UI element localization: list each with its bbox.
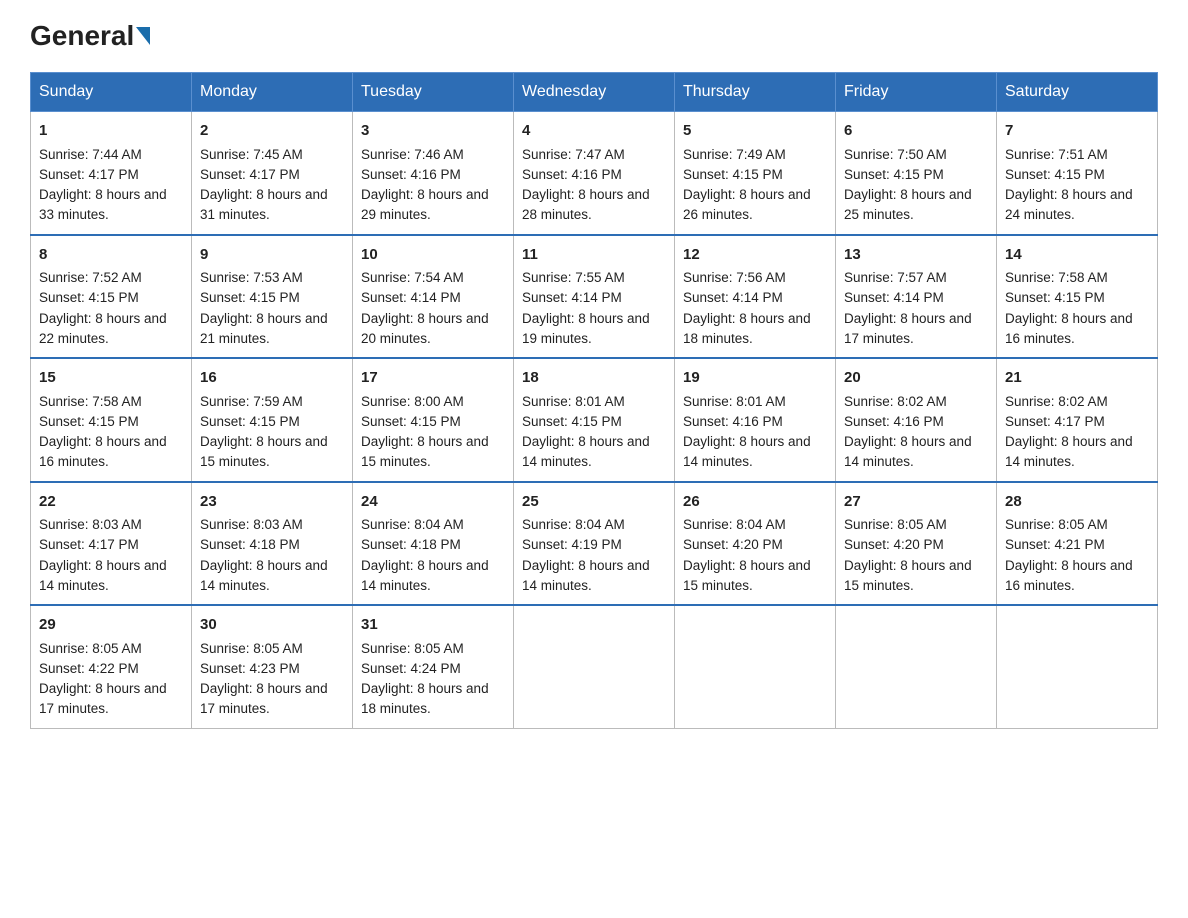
calendar-day-cell: 15Sunrise: 7:58 AMSunset: 4:15 PMDayligh…	[31, 358, 192, 482]
calendar-day-cell	[997, 605, 1158, 728]
day-number: 10	[361, 244, 505, 267]
day-number: 22	[39, 491, 183, 514]
day-number: 9	[200, 244, 344, 267]
calendar-week-row: 22Sunrise: 8:03 AMSunset: 4:17 PMDayligh…	[31, 482, 1158, 606]
header-sunday: Sunday	[31, 73, 192, 112]
calendar-day-cell: 8Sunrise: 7:52 AMSunset: 4:15 PMDaylight…	[31, 235, 192, 359]
header-thursday: Thursday	[675, 73, 836, 112]
day-number: 6	[844, 120, 988, 143]
day-number: 24	[361, 491, 505, 514]
calendar-day-cell	[514, 605, 675, 728]
header-tuesday: Tuesday	[353, 73, 514, 112]
day-number: 17	[361, 367, 505, 390]
day-number: 5	[683, 120, 827, 143]
calendar-week-row: 1Sunrise: 7:44 AMSunset: 4:17 PMDaylight…	[31, 112, 1158, 235]
day-number: 3	[361, 120, 505, 143]
calendar-week-row: 29Sunrise: 8:05 AMSunset: 4:22 PMDayligh…	[31, 605, 1158, 728]
calendar-day-cell: 6Sunrise: 7:50 AMSunset: 4:15 PMDaylight…	[836, 112, 997, 235]
calendar-day-cell: 27Sunrise: 8:05 AMSunset: 4:20 PMDayligh…	[836, 482, 997, 606]
calendar-day-cell: 31Sunrise: 8:05 AMSunset: 4:24 PMDayligh…	[353, 605, 514, 728]
calendar-day-cell: 9Sunrise: 7:53 AMSunset: 4:15 PMDaylight…	[192, 235, 353, 359]
calendar-day-cell: 26Sunrise: 8:04 AMSunset: 4:20 PMDayligh…	[675, 482, 836, 606]
calendar-day-cell: 13Sunrise: 7:57 AMSunset: 4:14 PMDayligh…	[836, 235, 997, 359]
day-number: 23	[200, 491, 344, 514]
calendar-day-cell: 1Sunrise: 7:44 AMSunset: 4:17 PMDaylight…	[31, 112, 192, 235]
calendar-day-cell: 2Sunrise: 7:45 AMSunset: 4:17 PMDaylight…	[192, 112, 353, 235]
calendar-day-cell: 30Sunrise: 8:05 AMSunset: 4:23 PMDayligh…	[192, 605, 353, 728]
calendar-day-cell: 16Sunrise: 7:59 AMSunset: 4:15 PMDayligh…	[192, 358, 353, 482]
header-wednesday: Wednesday	[514, 73, 675, 112]
calendar-day-cell: 19Sunrise: 8:01 AMSunset: 4:16 PMDayligh…	[675, 358, 836, 482]
day-number: 21	[1005, 367, 1149, 390]
day-number: 20	[844, 367, 988, 390]
day-number: 4	[522, 120, 666, 143]
calendar-day-cell: 17Sunrise: 8:00 AMSunset: 4:15 PMDayligh…	[353, 358, 514, 482]
calendar-day-cell: 18Sunrise: 8:01 AMSunset: 4:15 PMDayligh…	[514, 358, 675, 482]
day-number: 2	[200, 120, 344, 143]
calendar-day-cell: 14Sunrise: 7:58 AMSunset: 4:15 PMDayligh…	[997, 235, 1158, 359]
day-number: 8	[39, 244, 183, 267]
calendar-day-cell: 25Sunrise: 8:04 AMSunset: 4:19 PMDayligh…	[514, 482, 675, 606]
calendar-week-row: 15Sunrise: 7:58 AMSunset: 4:15 PMDayligh…	[31, 358, 1158, 482]
day-number: 12	[683, 244, 827, 267]
day-number: 19	[683, 367, 827, 390]
day-number: 25	[522, 491, 666, 514]
calendar-day-cell: 11Sunrise: 7:55 AMSunset: 4:14 PMDayligh…	[514, 235, 675, 359]
header-friday: Friday	[836, 73, 997, 112]
day-number: 14	[1005, 244, 1149, 267]
day-number: 28	[1005, 491, 1149, 514]
calendar-day-cell: 4Sunrise: 7:47 AMSunset: 4:16 PMDaylight…	[514, 112, 675, 235]
day-number: 15	[39, 367, 183, 390]
day-number: 27	[844, 491, 988, 514]
day-number: 31	[361, 614, 505, 637]
calendar-day-cell: 24Sunrise: 8:04 AMSunset: 4:18 PMDayligh…	[353, 482, 514, 606]
header-monday: Monday	[192, 73, 353, 112]
calendar-day-cell: 20Sunrise: 8:02 AMSunset: 4:16 PMDayligh…	[836, 358, 997, 482]
calendar-table: Sunday Monday Tuesday Wednesday Thursday…	[30, 72, 1158, 729]
day-number: 29	[39, 614, 183, 637]
day-number: 1	[39, 120, 183, 143]
calendar-day-cell: 22Sunrise: 8:03 AMSunset: 4:17 PMDayligh…	[31, 482, 192, 606]
calendar-day-cell: 5Sunrise: 7:49 AMSunset: 4:15 PMDaylight…	[675, 112, 836, 235]
page-header: General	[30, 20, 1158, 52]
calendar-week-row: 8Sunrise: 7:52 AMSunset: 4:15 PMDaylight…	[31, 235, 1158, 359]
day-number: 18	[522, 367, 666, 390]
calendar-day-cell: 3Sunrise: 7:46 AMSunset: 4:16 PMDaylight…	[353, 112, 514, 235]
logo: General	[30, 20, 152, 52]
day-number: 7	[1005, 120, 1149, 143]
logo-triangle-icon	[136, 27, 150, 45]
day-number: 30	[200, 614, 344, 637]
day-number: 26	[683, 491, 827, 514]
logo-general-text: General	[30, 20, 134, 52]
calendar-day-cell	[836, 605, 997, 728]
calendar-day-cell: 10Sunrise: 7:54 AMSunset: 4:14 PMDayligh…	[353, 235, 514, 359]
day-number: 11	[522, 244, 666, 267]
header-saturday: Saturday	[997, 73, 1158, 112]
calendar-day-cell: 28Sunrise: 8:05 AMSunset: 4:21 PMDayligh…	[997, 482, 1158, 606]
day-number: 13	[844, 244, 988, 267]
calendar-day-cell: 12Sunrise: 7:56 AMSunset: 4:14 PMDayligh…	[675, 235, 836, 359]
calendar-day-cell	[675, 605, 836, 728]
calendar-day-cell: 29Sunrise: 8:05 AMSunset: 4:22 PMDayligh…	[31, 605, 192, 728]
calendar-day-cell: 21Sunrise: 8:02 AMSunset: 4:17 PMDayligh…	[997, 358, 1158, 482]
weekday-header-row: Sunday Monday Tuesday Wednesday Thursday…	[31, 73, 1158, 112]
calendar-day-cell: 7Sunrise: 7:51 AMSunset: 4:15 PMDaylight…	[997, 112, 1158, 235]
day-number: 16	[200, 367, 344, 390]
calendar-day-cell: 23Sunrise: 8:03 AMSunset: 4:18 PMDayligh…	[192, 482, 353, 606]
